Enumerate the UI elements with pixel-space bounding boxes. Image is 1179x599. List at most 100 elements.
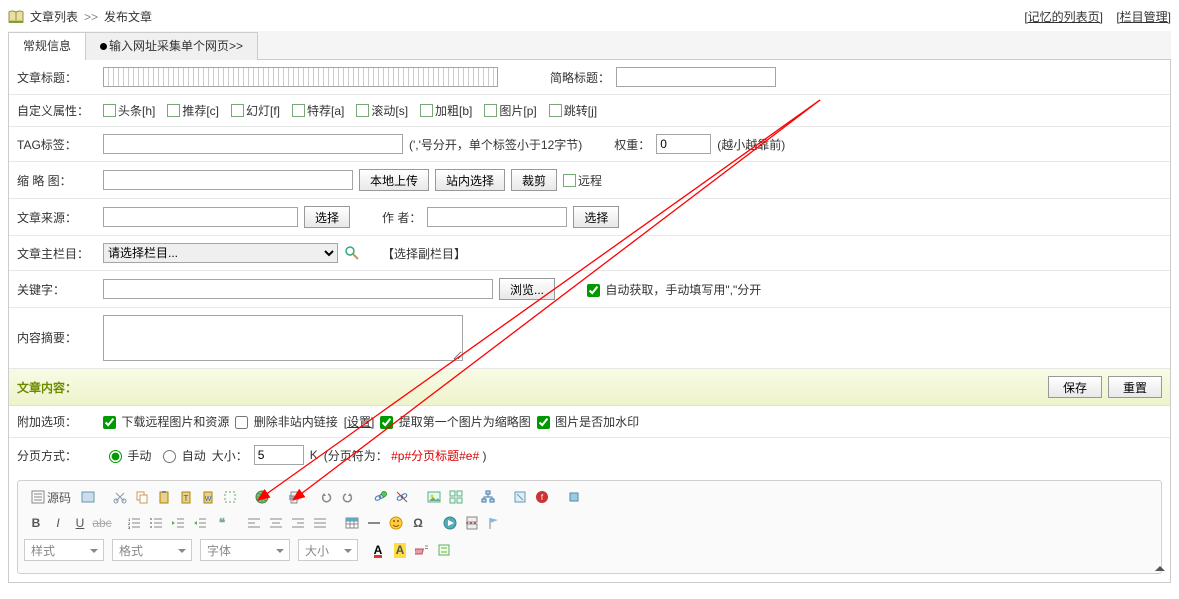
emoji-icon[interactable] [386, 513, 406, 533]
align-center-icon[interactable] [266, 513, 286, 533]
outdent-icon[interactable] [168, 513, 188, 533]
svg-text:W: W [205, 496, 212, 503]
copy-icon[interactable] [132, 487, 152, 507]
link-memory-list[interactable]: [记忆的列表页] [1024, 10, 1103, 24]
source-input[interactable] [103, 207, 298, 227]
title-input[interactable] [103, 67, 498, 87]
bg-color-icon[interactable]: A [390, 540, 410, 560]
paste-text-icon[interactable]: T [176, 487, 196, 507]
cb-first-img[interactable]: 提取第一个图片为缩略图 [380, 413, 530, 430]
dot-icon [100, 43, 107, 50]
unlink-icon[interactable] [392, 487, 412, 507]
cut-icon[interactable] [110, 487, 130, 507]
redo-icon[interactable] [338, 487, 358, 507]
attr-jump[interactable]: 跳转[j] [549, 102, 597, 119]
keywords-input[interactable] [103, 279, 493, 299]
save-button[interactable]: 保存 [1048, 376, 1102, 398]
page-break-icon[interactable] [462, 513, 482, 533]
flash-icon[interactable]: f [532, 487, 552, 507]
row-main-column: 文章主栏目： 请选择栏目... 【选择副栏目】 [9, 236, 1170, 271]
italic-icon[interactable]: I [48, 513, 68, 533]
cb-remote[interactable]: 远程 [563, 172, 602, 189]
special-char-icon[interactable]: Ω [408, 513, 428, 533]
size-input[interactable] [254, 445, 304, 465]
btn-site-select[interactable]: 站内选择 [435, 169, 505, 191]
text-color-icon[interactable]: A [368, 540, 388, 560]
btn-source-select[interactable]: 选择 [304, 206, 350, 228]
main-column-select[interactable]: 请选择栏目... [103, 243, 338, 263]
sitemap-icon[interactable] [478, 487, 498, 507]
attr-headline[interactable]: 头条[h] [103, 102, 155, 119]
btn-local-upload[interactable]: 本地上传 [359, 169, 429, 191]
dd-font[interactable]: 字体 [200, 539, 290, 561]
align-justify-icon[interactable] [310, 513, 330, 533]
editor-toolbar: 源码 T W [17, 480, 1162, 574]
short-title-input[interactable] [616, 67, 776, 87]
globe-icon[interactable] [252, 487, 272, 507]
attachment-icon[interactable] [510, 487, 530, 507]
label-content: 文章内容： [17, 379, 77, 396]
breadcrumb-list[interactable]: 文章列表 [30, 8, 78, 25]
align-left-icon[interactable] [244, 513, 264, 533]
underline-icon[interactable]: U [70, 513, 90, 533]
btn-author-select[interactable]: 选择 [573, 206, 619, 228]
attr-image[interactable]: 图片[p] [484, 102, 536, 119]
attr-slide[interactable]: 幻灯[f] [231, 102, 280, 119]
link-column-manage[interactable]: [栏目管理] [1116, 10, 1171, 24]
thumb-input[interactable] [103, 170, 353, 190]
label-extra: 附加选项： [17, 413, 97, 430]
quote-icon[interactable]: ❝ [212, 513, 232, 533]
btn-browse[interactable]: 浏览... [499, 278, 555, 300]
preview-icon[interactable] [78, 487, 98, 507]
tab-collect[interactable]: 输入网址采集单个网页>> [85, 32, 258, 60]
paste-icon[interactable] [154, 487, 174, 507]
indent-icon[interactable] [190, 513, 210, 533]
image-icon[interactable] [424, 487, 444, 507]
table-icon[interactable] [342, 513, 362, 533]
attr-special[interactable]: 特荐[a] [292, 102, 344, 119]
cb-dl-remote[interactable]: 下载远程图片和资源 [103, 413, 229, 430]
attr-recommend[interactable]: 推荐[c] [167, 102, 219, 119]
flag-icon[interactable] [484, 513, 504, 533]
cb-del-link[interactable]: 删除非站内链接 [235, 413, 337, 430]
magnifier-icon[interactable] [344, 245, 360, 261]
reset-button[interactable]: 重置 [1108, 376, 1162, 398]
tag-input[interactable] [103, 134, 403, 154]
breadcrumb: 文章列表 >> 发布文章 [8, 8, 152, 25]
template-icon[interactable] [434, 540, 454, 560]
tab-general[interactable]: 常规信息 [8, 32, 86, 60]
video-icon[interactable] [440, 513, 460, 533]
strike-icon[interactable]: abc [92, 513, 112, 533]
select-all-icon[interactable] [220, 487, 240, 507]
attr-scroll[interactable]: 滚动[s] [356, 102, 408, 119]
author-input[interactable] [427, 207, 567, 227]
radio-manual[interactable]: 手动 [103, 447, 151, 464]
link-setting[interactable]: [设置] [344, 413, 375, 430]
link-sub-column[interactable]: 【选择副栏目】 [382, 245, 466, 262]
summary-input[interactable] [103, 315, 463, 361]
dd-format[interactable]: 格式 [112, 539, 192, 561]
bold-icon[interactable]: B [26, 513, 46, 533]
accessory-icon[interactable] [564, 487, 584, 507]
btn-crop[interactable]: 裁剪 [511, 169, 557, 191]
dd-size[interactable]: 大小 [298, 539, 358, 561]
ul-icon[interactable] [146, 513, 166, 533]
undo-icon[interactable] [316, 487, 336, 507]
source-button[interactable]: 源码 [26, 487, 76, 507]
align-right-icon[interactable] [288, 513, 308, 533]
clear-format-icon[interactable] [412, 540, 432, 560]
ol-icon[interactable]: 123 [124, 513, 144, 533]
print-icon[interactable] [284, 487, 304, 507]
attr-bold[interactable]: 加粗[b] [420, 102, 472, 119]
cb-auto-keywords[interactable]: 自动获取，手动填写用","分开 [587, 281, 761, 298]
radio-auto[interactable]: 自动 [157, 447, 205, 464]
expand-toolbar-icon[interactable] [1155, 561, 1165, 571]
cb-watermark[interactable]: 图片是否加水印 [537, 413, 639, 430]
dd-style[interactable]: 样式 [24, 539, 104, 561]
size-unit: K [310, 448, 318, 462]
paste-word-icon[interactable]: W [198, 487, 218, 507]
link-icon[interactable] [370, 487, 390, 507]
hr-icon[interactable] [364, 513, 384, 533]
weight-input[interactable] [656, 134, 711, 154]
image-group-icon[interactable] [446, 487, 466, 507]
